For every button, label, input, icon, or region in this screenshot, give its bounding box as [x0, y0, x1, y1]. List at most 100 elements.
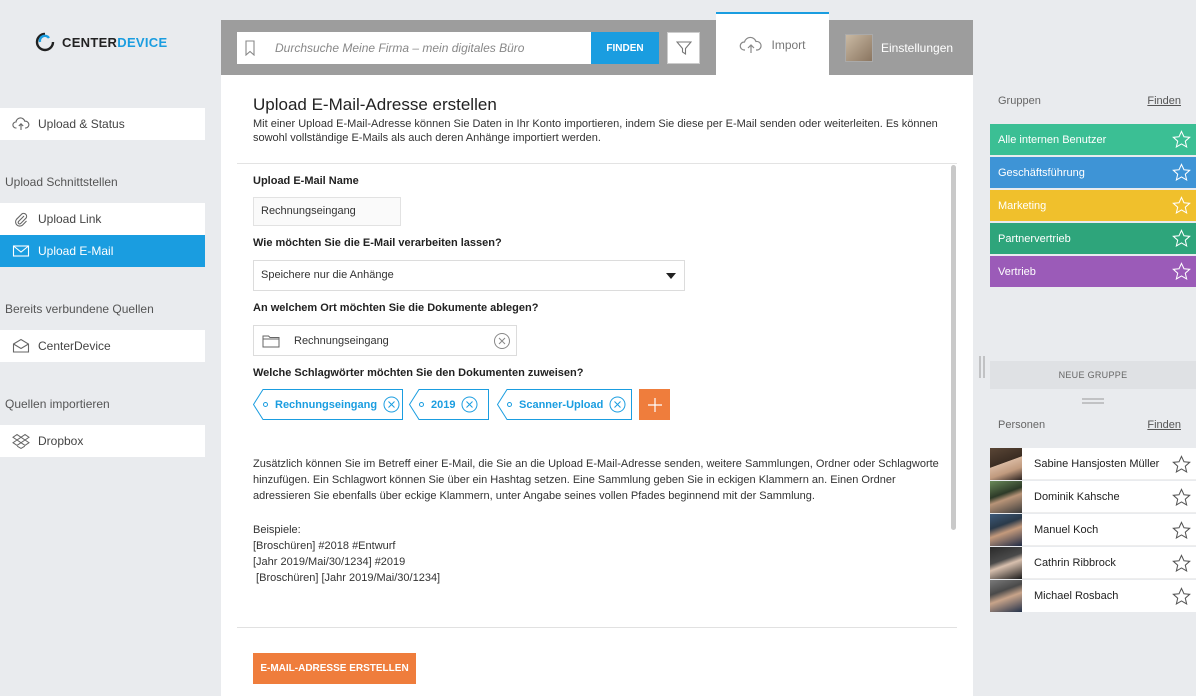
person-name: Michael Rosbach [1034, 590, 1119, 602]
logo-text: CENTERDEVICE [62, 35, 167, 50]
star-icon[interactable] [1172, 262, 1191, 281]
tag-chip[interactable]: Scanner-Upload [497, 389, 632, 420]
group-item[interactable]: Alle internen Benutzer [990, 124, 1196, 155]
group-item[interactable]: Partnervertrieb [990, 223, 1196, 254]
page-title: Upload E-Mail-Adresse erstellen [253, 95, 497, 114]
sidebar-item-upload-link[interactable]: Upload Link [0, 203, 205, 235]
group-name: Partnervertrieb [998, 232, 1071, 245]
sidebar-item-label: Dropbox [38, 434, 84, 448]
person-item[interactable]: Cathrin Ribbrock [990, 546, 1196, 579]
top-bar: FINDEN Import Einstellungen [221, 12, 973, 75]
sidebar-item-upload-email[interactable]: Upload E-Mail [0, 235, 205, 267]
resize-handle-horizontal-icon[interactable] [1082, 397, 1104, 405]
person-item[interactable]: Sabine Hansjosten Müller [990, 447, 1196, 480]
tab-settings[interactable]: Einstellungen [829, 20, 973, 75]
section-heading-upload-interfaces: Upload Schnittstellen [5, 175, 118, 189]
filter-icon [675, 41, 692, 56]
process-select[interactable]: Speichere nur die Anhänge [253, 260, 685, 291]
envelope-icon [12, 245, 30, 257]
right-sidebar: Gruppen Finden Alle internen Benutzer Ge… [974, 0, 1196, 696]
star-icon[interactable] [1172, 163, 1191, 182]
person-item[interactable]: Michael Rosbach [990, 580, 1196, 612]
plus-icon [647, 397, 662, 412]
sidebar-item-label: Upload & Status [38, 117, 125, 131]
persons-heading: Personen [998, 419, 1046, 431]
person-avatar [990, 447, 1022, 480]
star-icon[interactable] [1172, 196, 1191, 215]
find-groups-link[interactable]: Finden [1147, 95, 1181, 107]
example-line: [Broschüren] #2018 #Entwurf [253, 540, 396, 552]
star-icon[interactable] [1172, 587, 1191, 606]
tags-label: Welche Schlagwörter möchten Sie den Doku… [253, 367, 584, 379]
process-label: Wie möchten Sie die E-Mail verarbeiten l… [253, 237, 502, 249]
tab-import-label: Import [771, 37, 806, 52]
cloud-upload-icon [12, 117, 30, 130]
example-line: [Broschüren] [Jahr 2019/Mai/30/1234] [253, 572, 441, 584]
tab-import[interactable]: Import [716, 12, 829, 75]
add-tag-button[interactable] [639, 389, 670, 420]
envelope-open-icon [12, 338, 30, 353]
star-icon[interactable] [1172, 455, 1191, 474]
find-button[interactable]: FINDEN [591, 32, 659, 64]
group-item[interactable]: Marketing [990, 190, 1196, 221]
dropbox-icon [12, 433, 30, 449]
person-name: Manuel Koch [1034, 523, 1099, 536]
sidebar-item-dropbox[interactable]: Dropbox [0, 425, 205, 457]
info-text: Zusätzlich können Sie im Betreff einer E… [253, 458, 939, 502]
paperclip-icon [15, 212, 28, 227]
sidebar-item-label: Upload Link [38, 212, 102, 226]
name-label: Upload E-Mail Name [253, 175, 359, 187]
remove-tag-icon[interactable] [383, 396, 400, 413]
person-name: Dominik Kahsche [1034, 490, 1120, 503]
filter-button[interactable] [667, 32, 700, 64]
cloud-upload-icon [740, 36, 763, 53]
person-avatar [990, 580, 1022, 612]
location-field[interactable]: Rechnungseingang [253, 325, 517, 356]
tag-chip[interactable]: 2019 [409, 389, 489, 420]
person-item[interactable]: Manuel Koch [990, 513, 1196, 546]
group-name: Marketing [998, 199, 1047, 212]
logo-icon [35, 32, 55, 52]
sidebar-item-upload-status[interactable]: Upload & Status [0, 108, 205, 140]
new-group-button[interactable]: NEUE GRUPPE [990, 361, 1196, 389]
group-name: Vertrieb [998, 265, 1036, 278]
examples: Beispiele: [Broschüren] #2018 #Entwurf [… [253, 522, 440, 586]
tag-hole [419, 402, 424, 407]
find-persons-link[interactable]: Finden [1147, 419, 1181, 431]
logo-text-part1: CENTER [62, 34, 118, 50]
resize-handle-vertical-icon[interactable] [978, 356, 986, 378]
person-item[interactable]: Dominik Kahsche [990, 480, 1196, 513]
person-name: Cathrin Ribbrock [1034, 556, 1116, 569]
tag-chip[interactable]: Rechnungseingang [253, 389, 403, 420]
tag-hole [507, 402, 512, 407]
group-name: Alle internen Benutzer [998, 133, 1107, 146]
left-sidebar: CENTERDEVICE Upload & Status Upload Schn… [0, 0, 220, 696]
bookmark-icon[interactable] [237, 32, 263, 64]
star-icon[interactable] [1172, 229, 1191, 248]
tag-label: Scanner-Upload [519, 398, 604, 411]
examples-heading: Beispiele: [253, 524, 301, 536]
remove-tag-icon[interactable] [461, 396, 478, 413]
process-select-value: Speichere nur die Anhänge [261, 269, 394, 281]
star-icon[interactable] [1172, 554, 1191, 573]
star-icon[interactable] [1172, 488, 1191, 507]
logo: CENTERDEVICE [35, 32, 167, 52]
remove-tag-icon[interactable] [609, 396, 626, 413]
tag-label: 2019 [431, 398, 456, 411]
page-description: Mit einer Upload E-Mail-Adresse können S… [253, 118, 938, 144]
sidebar-item-centerdevice[interactable]: CenterDevice [0, 330, 205, 362]
tab-settings-label: Einstellungen [881, 40, 954, 55]
star-icon[interactable] [1172, 521, 1191, 540]
person-name: Sabine Hansjosten Müller [1034, 457, 1160, 470]
section-heading-import-sources: Quellen importieren [5, 397, 110, 411]
clear-location-icon[interactable] [488, 332, 516, 350]
group-item[interactable]: Geschäftsführung [990, 157, 1196, 188]
example-line: [Jahr 2019/Mai/30/1234] #2019 [253, 556, 406, 568]
search-input[interactable] [263, 33, 573, 63]
group-item[interactable]: Vertrieb [990, 256, 1196, 287]
star-icon[interactable] [1172, 130, 1191, 149]
email-name-field[interactable]: Rechnungseingang [253, 197, 401, 226]
sidebar-item-label: Upload E-Mail [38, 244, 114, 258]
create-email-address-button[interactable]: E-MAIL-ADRESSE ERSTELLEN [253, 653, 416, 684]
location-value: Rechnungseingang [294, 334, 389, 347]
